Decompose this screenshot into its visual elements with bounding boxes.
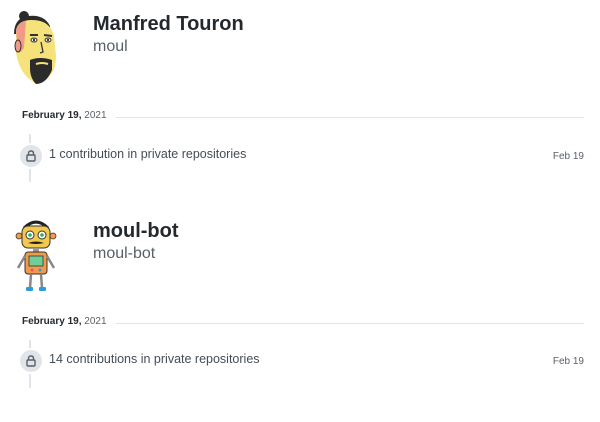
profile-name[interactable]: Manfred Touron	[93, 13, 244, 36]
contribution-date: Feb 19	[552, 151, 584, 162]
contribution-summary[interactable]: 1 contribution in private repositories	[49, 147, 246, 161]
lock-badge	[18, 143, 44, 169]
contribution-summary[interactable]: 14 contributions in private repositories	[49, 352, 260, 366]
lock-icon	[26, 355, 36, 367]
profile-login: moul	[93, 38, 128, 55]
robot-avatar-icon	[15, 220, 57, 291]
avatar[interactable]	[10, 8, 62, 86]
date-label: February 19, 2021	[22, 110, 115, 121]
lock-badge	[18, 348, 44, 374]
bearded-man-avatar-icon	[14, 11, 56, 84]
profile-name[interactable]: moul-bot	[93, 220, 179, 243]
divider	[116, 117, 584, 118]
date-label: February 19, 2021	[22, 316, 115, 327]
timeline-date-header: February 19, 2021	[22, 316, 584, 330]
divider	[116, 323, 584, 324]
date-year: 2021	[84, 316, 107, 327]
date-month-day: February 19,	[22, 110, 82, 121]
profile-login: moul-bot	[93, 245, 156, 262]
avatar[interactable]	[10, 216, 62, 294]
date-month-day: February 19,	[22, 316, 82, 327]
timeline-date-header: February 19, 2021	[22, 110, 584, 124]
date-year: 2021	[84, 110, 107, 121]
contribution-date: Feb 19	[552, 356, 584, 367]
lock-icon	[26, 150, 36, 162]
